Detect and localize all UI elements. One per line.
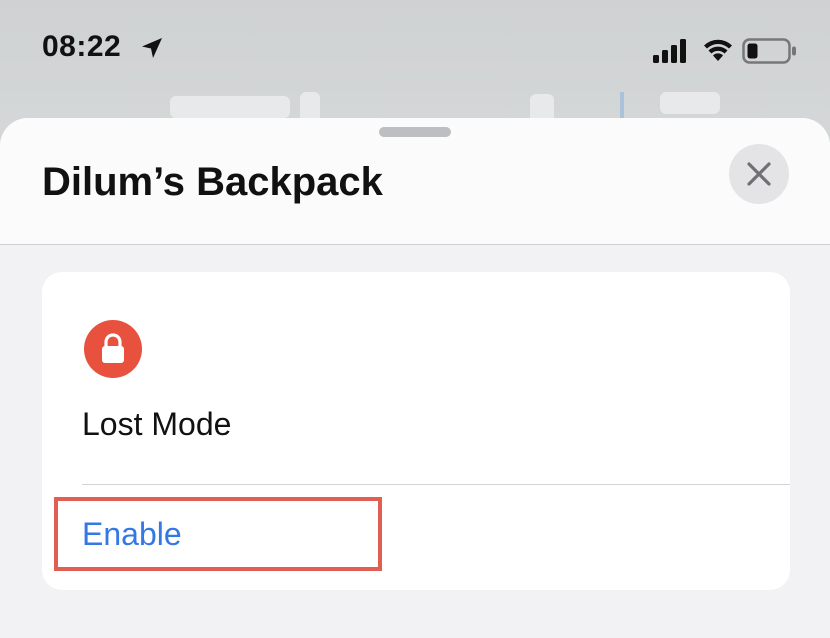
sheet-title: Dilum’s Backpack xyxy=(42,160,383,204)
lock-badge xyxy=(84,320,142,378)
battery-low-icon xyxy=(742,38,796,64)
sheet-header: Dilum’s Backpack xyxy=(0,118,830,245)
status-bar: 08:22 xyxy=(0,0,830,100)
location-arrow-icon xyxy=(142,38,162,58)
lost-mode-title: Lost Mode xyxy=(82,406,232,442)
close-icon xyxy=(747,162,771,186)
lock-icon xyxy=(102,333,124,363)
sheet-grabber[interactable] xyxy=(379,127,451,137)
wifi-icon xyxy=(704,39,732,61)
close-button[interactable] xyxy=(729,144,789,204)
cellular-signal-icon xyxy=(653,39,686,63)
highlight-annotation xyxy=(54,497,382,571)
status-time: 08:22 xyxy=(42,30,122,63)
card-divider xyxy=(82,484,790,485)
